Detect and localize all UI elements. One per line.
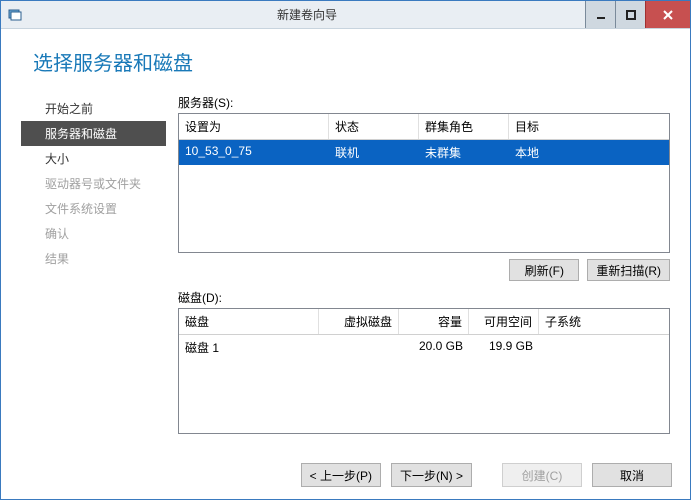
content-area: 选择服务器和磁盘 开始之前 服务器和磁盘 大小 驱动器号或文件夹 文件系统设置 … [1,29,690,451]
server-target: 本地 [509,140,669,165]
disks-col-free[interactable]: 可用空间 [469,309,539,334]
nav-size[interactable]: 大小 [21,146,166,171]
disks-col-capacity[interactable]: 容量 [399,309,469,334]
titlebar: 新建卷向导 [1,1,690,29]
disks-header: 磁盘 虚拟磁盘 容量 可用空间 子系统 [179,309,669,335]
wizard-footer: < 上一步(P) 下一步(N) > 创建(C) 取消 [1,451,690,499]
server-name: 10_53_0_75 [179,140,329,165]
window-buttons [585,1,690,28]
create-button: 创建(C) [502,463,582,487]
disks-grid[interactable]: 磁盘 虚拟磁盘 容量 可用空间 子系统 磁盘 1 20.0 GB 19.9 GB [178,308,670,434]
disk-virtual [319,335,399,360]
nav-filesystem: 文件系统设置 [21,196,166,221]
app-icon [7,7,23,23]
servers-col-provision[interactable]: 设置为 [179,114,329,139]
window-title: 新建卷向导 [29,6,585,23]
disk-free: 19.9 GB [469,335,539,360]
disk-subsystem [539,335,669,360]
wizard-nav: 开始之前 服务器和磁盘 大小 驱动器号或文件夹 文件系统设置 确认 结果 [21,94,166,451]
servers-grid[interactable]: 设置为 状态 群集角色 目标 10_53_0_75 联机 未群集 本地 [178,113,670,253]
disk-name: 磁盘 1 [179,335,319,360]
servers-col-status[interactable]: 状态 [329,114,419,139]
disks-col-virtual[interactable]: 虚拟磁盘 [319,309,399,334]
servers-header: 设置为 状态 群集角色 目标 [179,114,669,140]
server-row[interactable]: 10_53_0_75 联机 未群集 本地 [179,140,669,165]
main-panel: 服务器(S): 设置为 状态 群集角色 目标 10_53_0_75 联机 未群集… [166,94,670,451]
disks-col-subsystem[interactable]: 子系统 [539,309,669,334]
servers-label: 服务器(S): [178,94,670,111]
minimize-button[interactable] [585,1,615,28]
close-button[interactable] [645,1,690,28]
rescan-button[interactable]: 重新扫描(R) [587,259,670,281]
previous-button[interactable]: < 上一步(P) [301,463,381,487]
disk-row[interactable]: 磁盘 1 20.0 GB 19.9 GB [179,335,669,360]
next-button[interactable]: 下一步(N) > [391,463,472,487]
body: 开始之前 服务器和磁盘 大小 驱动器号或文件夹 文件系统设置 确认 结果 服务器… [21,94,670,451]
nav-result: 结果 [21,246,166,271]
cancel-button[interactable]: 取消 [592,463,672,487]
disks-label: 磁盘(D): [178,289,670,306]
nav-drive-letter: 驱动器号或文件夹 [21,171,166,196]
wizard-window: 新建卷向导 选择服务器和磁盘 开始之前 服务器和磁盘 大小 驱动器号或文件夹 文… [0,0,691,500]
nav-server-disk[interactable]: 服务器和磁盘 [21,121,166,146]
maximize-button[interactable] [615,1,645,28]
nav-confirm: 确认 [21,221,166,246]
page-title: 选择服务器和磁盘 [33,47,670,76]
servers-button-row: 刷新(F) 重新扫描(R) [178,253,670,289]
refresh-button[interactable]: 刷新(F) [509,259,579,281]
disk-capacity: 20.0 GB [399,335,469,360]
nav-before-begin[interactable]: 开始之前 [21,96,166,121]
server-status: 联机 [329,140,419,165]
servers-col-target[interactable]: 目标 [509,114,669,139]
disks-col-disk[interactable]: 磁盘 [179,309,319,334]
servers-col-cluster[interactable]: 群集角色 [419,114,509,139]
server-cluster-role: 未群集 [419,140,509,165]
